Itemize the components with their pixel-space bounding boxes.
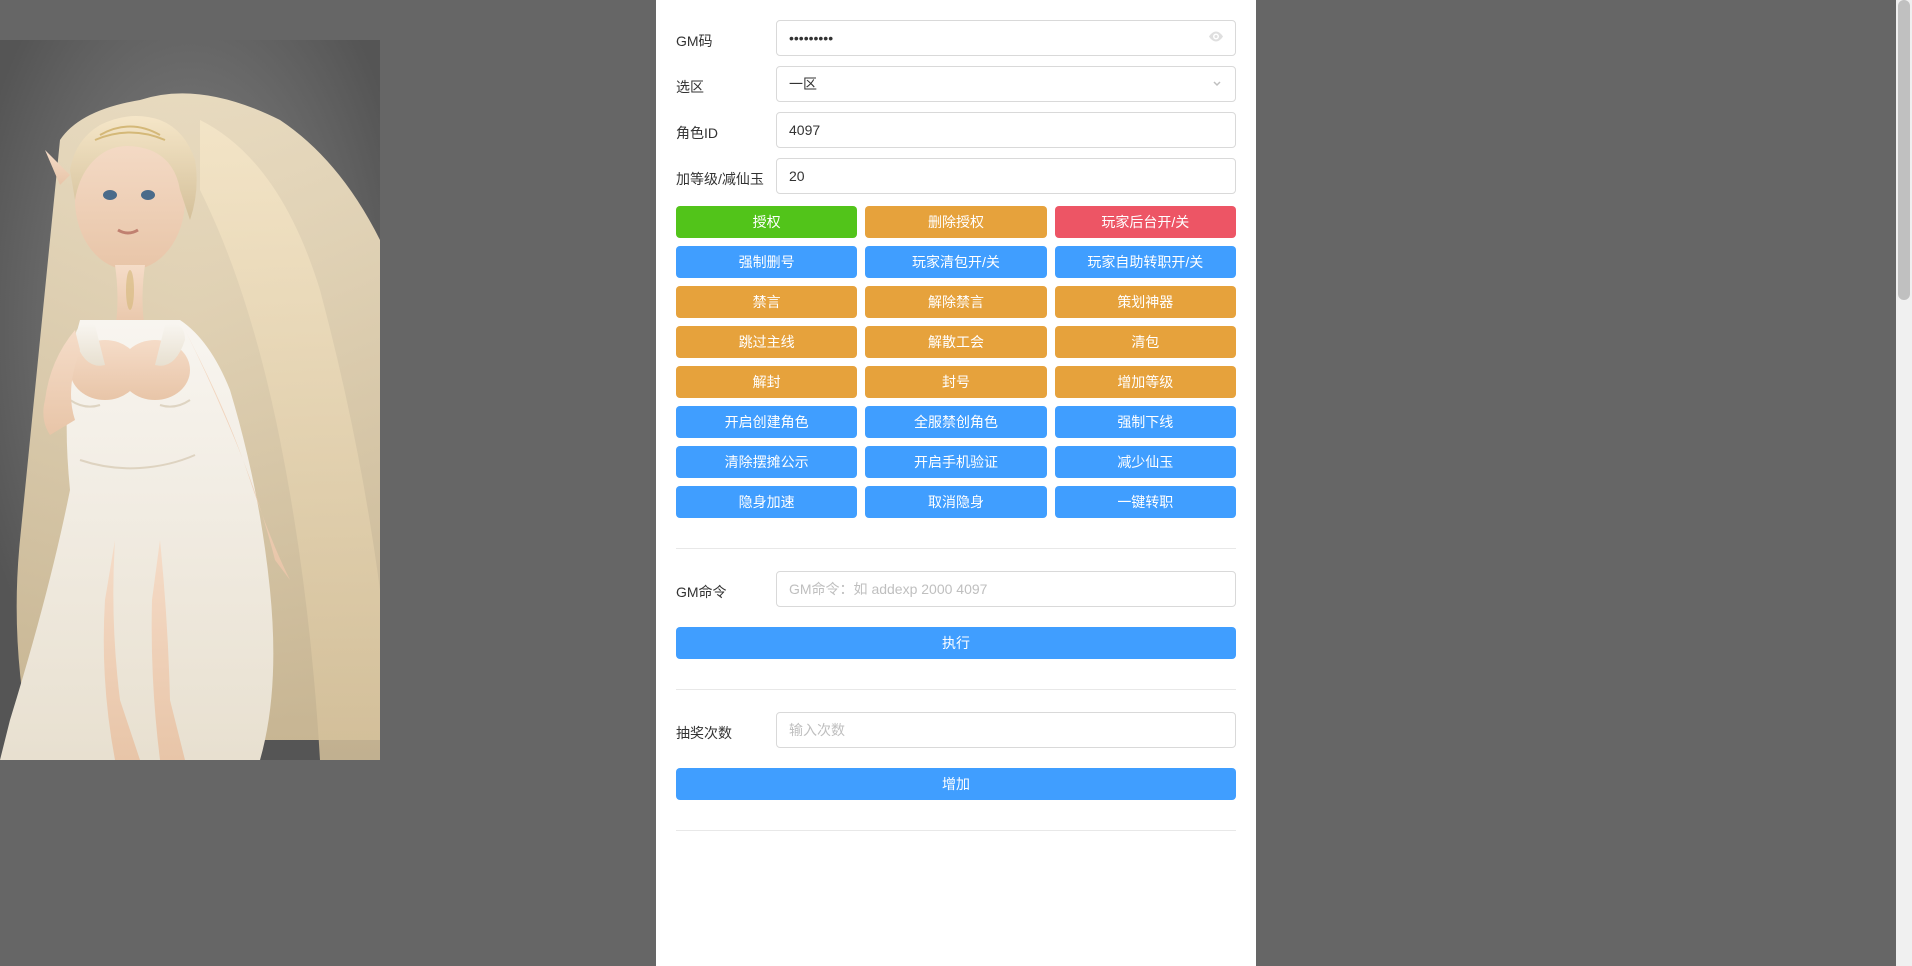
- gm-command-label: GM命令: [676, 576, 776, 602]
- unban-button[interactable]: 解封: [676, 366, 857, 398]
- divider: [676, 548, 1236, 549]
- gm-code-input[interactable]: [776, 20, 1236, 56]
- clear-bag-button[interactable]: 清包: [1055, 326, 1236, 358]
- disband-guild-button[interactable]: 解散工会: [865, 326, 1046, 358]
- clear-stall-notice-button[interactable]: 清除摆摊公示: [676, 446, 857, 478]
- enable-phone-verify-button[interactable]: 开启手机验证: [865, 446, 1046, 478]
- zone-select[interactable]: 一区: [776, 66, 1236, 102]
- scrollbar[interactable]: ▲: [1896, 0, 1912, 966]
- mute-button[interactable]: 禁言: [676, 286, 857, 318]
- add-button[interactable]: 增加: [676, 768, 1236, 800]
- zone-label: 选区: [676, 71, 776, 97]
- server-ban-create-role-button[interactable]: 全服禁创角色: [865, 406, 1046, 438]
- role-id-label: 角色ID: [676, 117, 776, 143]
- role-id-input[interactable]: [776, 112, 1236, 148]
- gm-code-label: GM码: [676, 25, 776, 51]
- player-clear-bag-toggle-button[interactable]: 玩家清包开/关: [865, 246, 1046, 278]
- lottery-count-label: 抽奖次数: [676, 717, 776, 743]
- delete-authorize-button[interactable]: 删除授权: [865, 206, 1046, 238]
- scrollbar-thumb[interactable]: [1898, 0, 1910, 300]
- lottery-count-input[interactable]: [776, 712, 1236, 748]
- increase-level-button[interactable]: 增加等级: [1055, 366, 1236, 398]
- execute-button[interactable]: 执行: [676, 627, 1236, 659]
- divider: [676, 689, 1236, 690]
- zone-select-value: 一区: [789, 74, 817, 94]
- reduce-jade-button[interactable]: 减少仙玉: [1055, 446, 1236, 478]
- character-illustration: [0, 40, 380, 760]
- player-backend-toggle-button[interactable]: 玩家后台开/关: [1055, 206, 1236, 238]
- unmute-button[interactable]: 解除禁言: [865, 286, 1046, 318]
- gm-command-input[interactable]: [776, 571, 1236, 607]
- admin-panel: GM码 选区 一区 角色ID 加等级/减仙玉: [656, 0, 1256, 966]
- ban-button[interactable]: 封号: [865, 366, 1046, 398]
- cancel-stealth-button[interactable]: 取消隐身: [865, 486, 1046, 518]
- force-offline-button[interactable]: 强制下线: [1055, 406, 1236, 438]
- enable-create-role-button[interactable]: 开启创建角色: [676, 406, 857, 438]
- level-jade-label: 加等级/减仙玉: [676, 163, 776, 189]
- divider: [676, 830, 1236, 831]
- skip-main-quest-button[interactable]: 跳过主线: [676, 326, 857, 358]
- stealth-speedup-button[interactable]: 隐身加速: [676, 486, 857, 518]
- level-jade-input[interactable]: [776, 158, 1236, 194]
- authorize-button[interactable]: 授权: [676, 206, 857, 238]
- chevron-down-icon: [1211, 76, 1223, 92]
- one-click-transfer-button[interactable]: 一键转职: [1055, 486, 1236, 518]
- player-self-transfer-toggle-button[interactable]: 玩家自助转职开/关: [1055, 246, 1236, 278]
- eye-icon[interactable]: [1208, 29, 1224, 48]
- planner-artifact-button[interactable]: 策划神器: [1055, 286, 1236, 318]
- force-delete-account-button[interactable]: 强制删号: [676, 246, 857, 278]
